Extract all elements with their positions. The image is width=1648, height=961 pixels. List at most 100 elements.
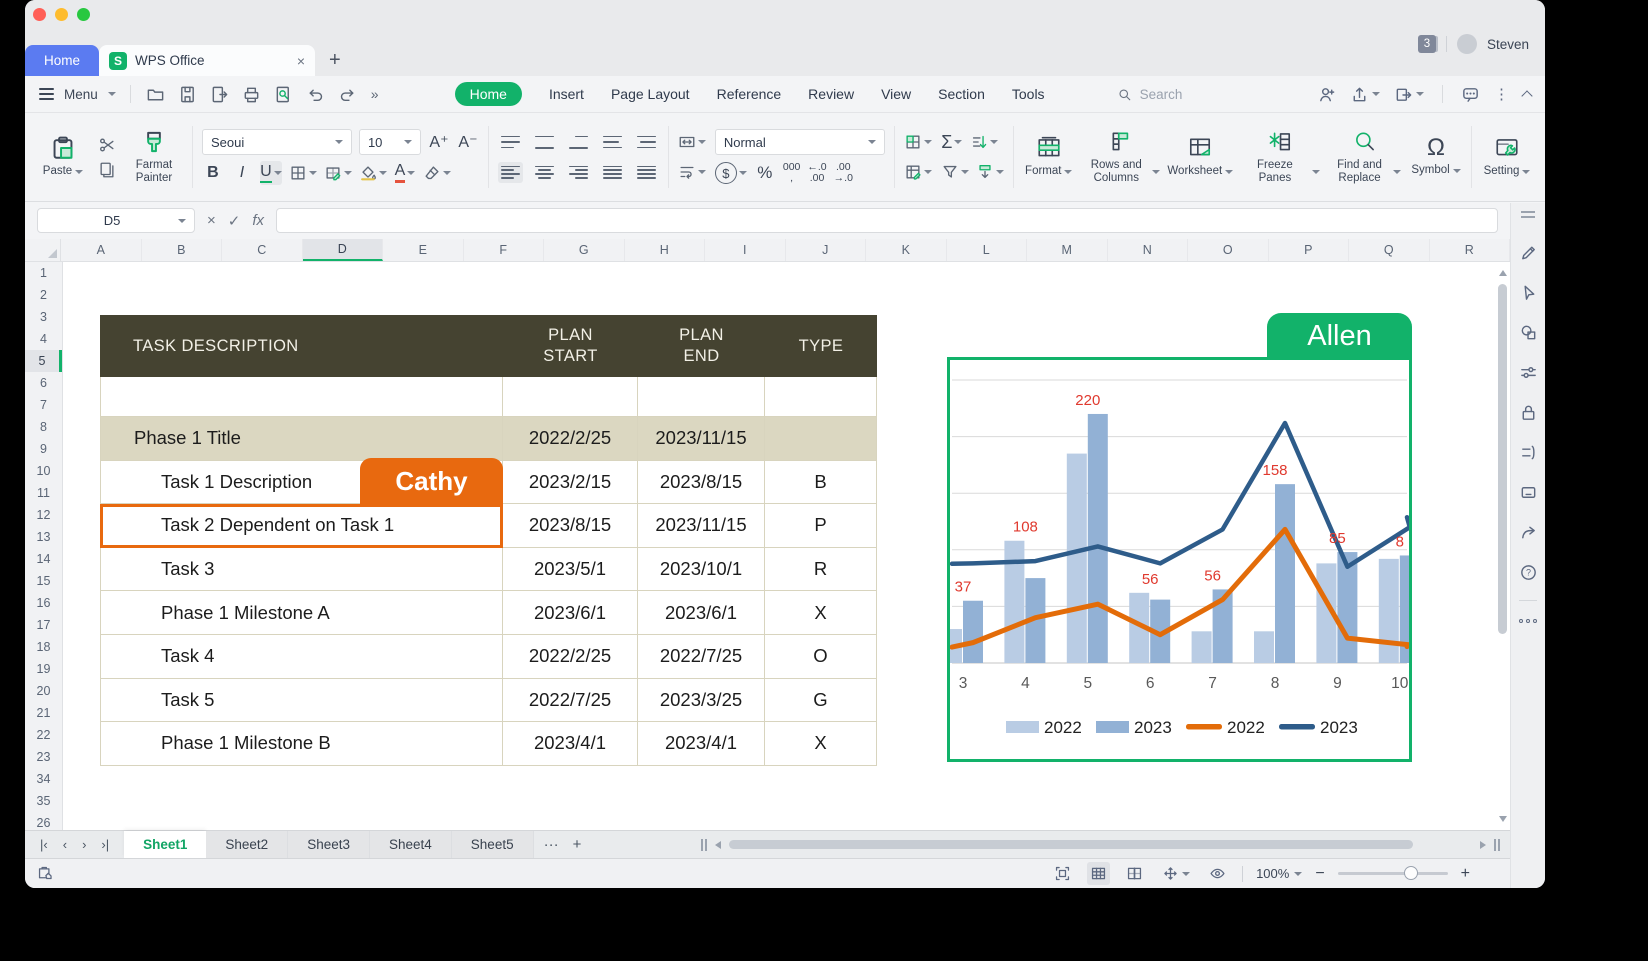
sort-button[interactable] — [970, 130, 998, 154]
sheet-tab-sheet2[interactable]: Sheet2 — [206, 831, 289, 858]
cell-plan-start[interactable]: 2023/5/1 — [503, 547, 638, 591]
cell-plan-end[interactable]: 2023/6/1 — [638, 591, 765, 634]
column-header-Q[interactable]: Q — [1349, 239, 1430, 261]
row-header-1[interactable]: 1 — [25, 262, 62, 284]
cell-plan-end[interactable]: 2023/8/15 — [638, 460, 765, 504]
currency-format-button[interactable]: $ — [714, 161, 747, 185]
horizontal-scrollbar[interactable] — [701, 831, 1500, 858]
paste-button[interactable]: Paste — [37, 135, 89, 178]
justify-button[interactable] — [600, 162, 625, 183]
column-header-J[interactable]: J — [786, 239, 866, 261]
cell-plan-end[interactable]: 2023/11/15 — [638, 504, 765, 547]
font-color-button[interactable]: A — [394, 161, 416, 185]
cell-task-description[interactable]: Task 4 — [100, 634, 503, 678]
horizontal-scroll-thumb[interactable] — [729, 840, 1413, 849]
setting-button[interactable]: Setting — [1481, 135, 1533, 178]
pen-tool-icon[interactable] — [1519, 243, 1538, 262]
zoom-out-button[interactable]: − — [1315, 865, 1324, 883]
cell-plan-start[interactable]: 2022/7/25 — [503, 678, 638, 722]
row-header-18[interactable]: 18 — [25, 636, 62, 658]
vertical-scroll-thumb[interactable] — [1498, 284, 1507, 634]
cell-plan-start[interactable]: 2022/2/25 — [503, 417, 638, 460]
align-left-button[interactable] — [497, 161, 523, 183]
cell-task-description[interactable]: Task 3 — [100, 547, 503, 591]
ribbon-tab-review[interactable]: Review — [808, 86, 854, 102]
distribute-text-button[interactable] — [634, 162, 659, 183]
edit-mode-icon[interactable] — [37, 865, 54, 882]
ribbon-tab-tools[interactable]: Tools — [1012, 86, 1045, 102]
merge-cells-button[interactable] — [678, 130, 706, 154]
conditional-format-button[interactable] — [904, 130, 932, 154]
more-options-icon[interactable]: ⋮ — [1494, 85, 1509, 103]
filter-button[interactable] — [941, 160, 969, 184]
more-quick-actions-icon[interactable]: » — [371, 86, 379, 102]
sheet-tab-sheet4[interactable]: Sheet4 — [370, 831, 452, 858]
decrease-decimal-button[interactable]: ←.0.00 — [807, 161, 826, 184]
cancel-entry-icon[interactable]: × — [207, 212, 216, 229]
column-header-N[interactable]: N — [1108, 239, 1188, 261]
align-right-button[interactable] — [566, 162, 591, 183]
scroll-down-arrow[interactable] — [1499, 816, 1507, 822]
first-sheet-button[interactable]: |‹ — [40, 837, 48, 852]
align-bottom-button[interactable] — [566, 132, 591, 153]
formula-input[interactable] — [276, 208, 1498, 233]
cell-task-description[interactable]: Phase 1 Title — [100, 417, 503, 460]
sheet-tab-sheet3[interactable]: Sheet3 — [288, 831, 370, 858]
all-sheets-icon[interactable]: ··· — [544, 836, 559, 853]
row-header-17[interactable]: 17 — [25, 614, 62, 636]
window-count-badge[interactable]: 3 — [1417, 35, 1436, 53]
minimize-window-button[interactable] — [55, 8, 68, 21]
rows-columns-button[interactable]: Rows and Columns — [1084, 129, 1160, 185]
column-header-L[interactable]: L — [947, 239, 1027, 261]
increase-decimal-button[interactable]: .00 →.0 — [834, 161, 853, 184]
table-row-1[interactable]: Phase 1 Title 2022/2/25 2023/11/15 — [100, 417, 877, 461]
cell-plan-end[interactable]: 2023/4/1 — [638, 722, 765, 765]
help-icon[interactable]: ? — [1519, 563, 1538, 582]
pan-view-icon[interactable] — [1159, 862, 1193, 885]
align-middle-button[interactable] — [532, 132, 557, 153]
cell-type[interactable]: R — [765, 547, 877, 591]
name-box[interactable]: D5 — [37, 208, 195, 233]
scrollbar-grip[interactable] — [1494, 838, 1500, 851]
format-menu-button[interactable]: Format — [1023, 135, 1075, 178]
last-sheet-button[interactable]: ›| — [101, 837, 109, 852]
export-button[interactable] — [1394, 85, 1424, 104]
row-header-3[interactable]: 3 — [25, 306, 62, 328]
row-header-20[interactable]: 20 — [25, 680, 62, 702]
print-icon[interactable] — [241, 83, 263, 105]
cell-type[interactable]: B — [765, 460, 877, 504]
zoom-slider-knob[interactable] — [1403, 866, 1418, 880]
cell-plan-start[interactable]: 2023/6/1 — [503, 591, 638, 634]
ribbon-tab-insert[interactable]: Insert — [549, 86, 584, 102]
row-header-19[interactable]: 19 — [25, 658, 62, 680]
shapes-icon[interactable] — [1519, 323, 1538, 342]
zoom-in-button[interactable]: + — [1461, 865, 1470, 883]
font-name-select[interactable]: Seoui — [201, 129, 352, 155]
format-painter-button[interactable]: Farmat Painter — [125, 129, 183, 185]
ribbon-tab-section[interactable]: Section — [938, 86, 985, 102]
cell-task-description[interactable]: Phase 1 Milestone A — [100, 591, 503, 634]
sheet-grid[interactable]: 1 2 3 4 5 6 7 8 9 10 11 12 13 14 15 16 17 18 19 20 21 22 23 34 3… — [25, 262, 1510, 830]
row-header-16[interactable]: 16 — [25, 592, 62, 614]
row-header-14[interactable]: 14 — [25, 548, 62, 570]
zoom-slider[interactable] — [1337, 866, 1448, 880]
cell-task-description[interactable]: Task 5 — [100, 678, 503, 722]
fill-button[interactable] — [976, 160, 1004, 184]
table-row-8[interactable]: Phase 1 Milestone B 2023/4/1 2023/4/1 X — [100, 722, 877, 766]
row-header-5[interactable]: 5 — [25, 350, 62, 372]
row-header-10[interactable]: 10 — [25, 460, 62, 482]
percent-format-button[interactable]: % — [754, 161, 776, 185]
normal-view-icon[interactable] — [1087, 862, 1111, 885]
autosum-button[interactable]: Σ — [941, 130, 963, 154]
column-header-F[interactable]: F — [464, 239, 544, 261]
reading-view-icon[interactable] — [1206, 862, 1229, 885]
scroll-up-arrow[interactable] — [1499, 270, 1507, 276]
new-tab-button[interactable]: + — [329, 49, 341, 72]
column-header-H[interactable]: H — [625, 239, 705, 261]
cell-plan-start[interactable]: 2023/2/15 — [503, 460, 638, 504]
hamburger-menu-icon[interactable] — [39, 88, 54, 100]
document-tab[interactable]: S WPS Office × — [99, 45, 315, 76]
row-header-8[interactable]: 8 — [25, 416, 62, 438]
select-cursor-icon[interactable] — [1519, 283, 1538, 302]
column-header-M[interactable]: M — [1027, 239, 1108, 261]
